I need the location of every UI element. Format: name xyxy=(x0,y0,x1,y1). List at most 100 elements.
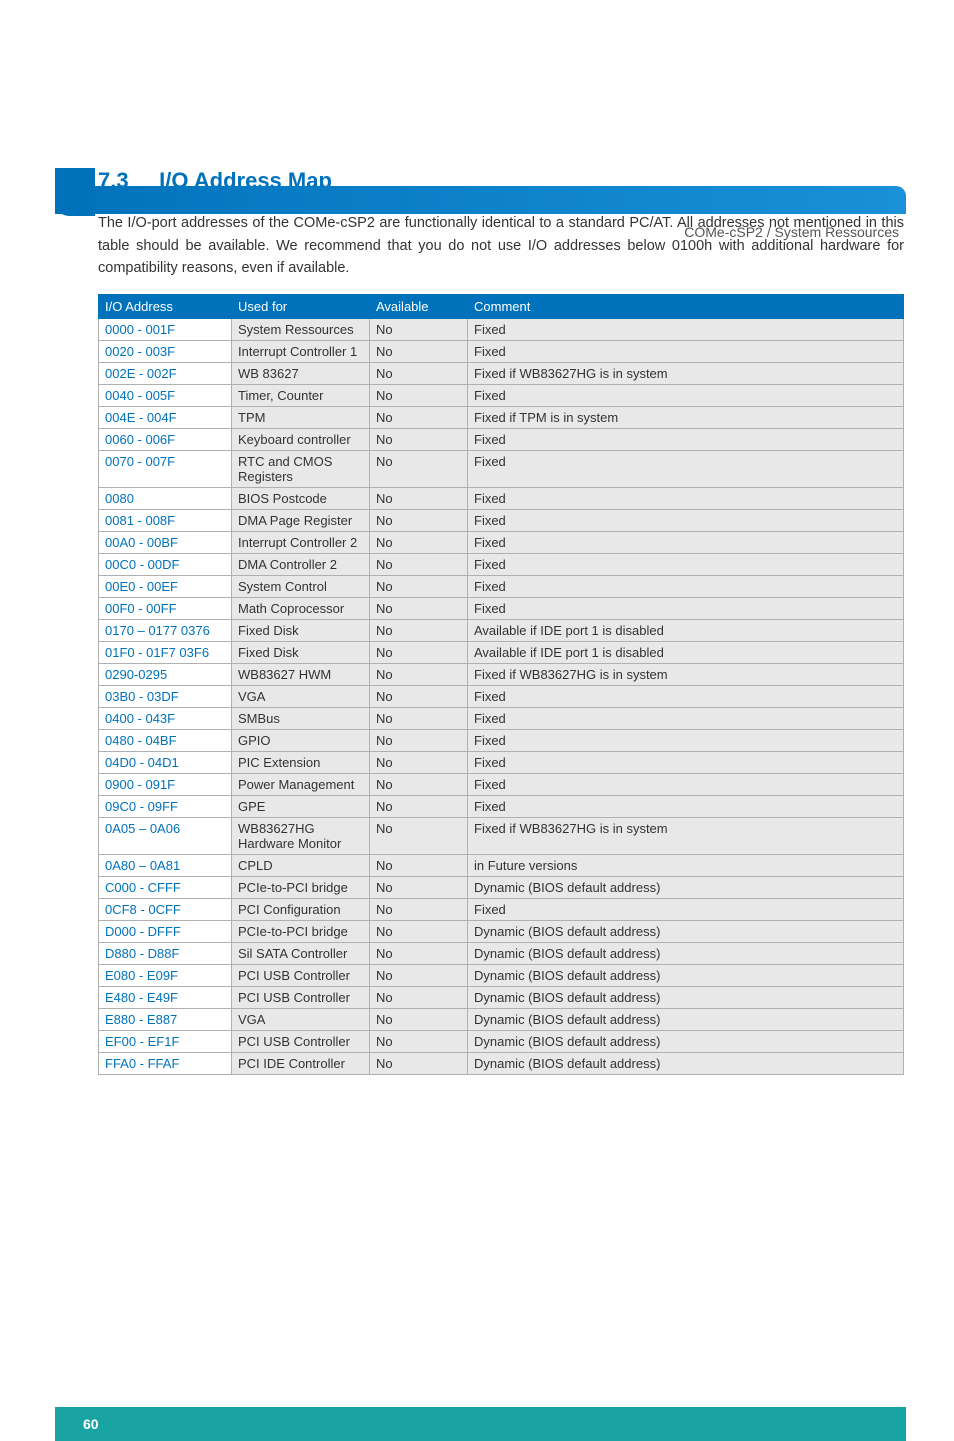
table-cell: 0400 - 043F xyxy=(99,708,232,730)
table-header-row: I/O Address Used for Available Comment xyxy=(99,295,904,319)
table-row: 0070 - 007FRTC and CMOS RegistersNoFixed xyxy=(99,451,904,488)
header-bar-decoration xyxy=(55,186,906,214)
table-cell: 0900 - 091F xyxy=(99,774,232,796)
table-cell: Fixed xyxy=(468,730,904,752)
table-cell: 0040 - 005F xyxy=(99,385,232,407)
table-cell: E480 - E49F xyxy=(99,987,232,1009)
table-cell: 00C0 - 00DF xyxy=(99,554,232,576)
table-cell: VGA xyxy=(232,1009,370,1031)
table-row: 0A05 – 0A06WB83627HG Hardware MonitorNoF… xyxy=(99,818,904,855)
table-cell: No xyxy=(370,429,468,451)
table-cell: 0A80 – 0A81 xyxy=(99,855,232,877)
table-cell: 00F0 - 00FF xyxy=(99,598,232,620)
table-cell: Fixed xyxy=(468,319,904,341)
table-cell: No xyxy=(370,319,468,341)
table-cell: D000 - DFFF xyxy=(99,921,232,943)
table-cell: RTC and CMOS Registers xyxy=(232,451,370,488)
table-cell: No xyxy=(370,576,468,598)
table-cell: Timer, Counter xyxy=(232,385,370,407)
table-cell: No xyxy=(370,554,468,576)
table-row: 0480 - 04BFGPIONoFixed xyxy=(99,730,904,752)
section-intro-paragraph: The I/O-port addresses of the COMe-cSP2 … xyxy=(98,212,904,279)
table-row: D000 - DFFFPCIe-to-PCI bridgeNoDynamic (… xyxy=(99,921,904,943)
table-cell: No xyxy=(370,664,468,686)
table-cell: Fixed xyxy=(468,708,904,730)
table-cell: 00E0 - 00EF xyxy=(99,576,232,598)
table-cell: No xyxy=(370,1053,468,1075)
table-cell: Fixed xyxy=(468,488,904,510)
table-cell: Fixed xyxy=(468,451,904,488)
table-cell: 0060 - 006F xyxy=(99,429,232,451)
table-row: 004E - 004FTPMNoFixed if TPM is in syste… xyxy=(99,407,904,429)
table-cell: No xyxy=(370,730,468,752)
table-cell: No xyxy=(370,708,468,730)
table-cell: Dynamic (BIOS default address) xyxy=(468,1009,904,1031)
table-cell: 00A0 - 00BF xyxy=(99,532,232,554)
table-cell: System Control xyxy=(232,576,370,598)
table-cell: PCI Configuration xyxy=(232,899,370,921)
table-cell: 002E - 002F xyxy=(99,363,232,385)
table-cell: No xyxy=(370,488,468,510)
table-cell: WB 83627 xyxy=(232,363,370,385)
table-cell: 0480 - 04BF xyxy=(99,730,232,752)
table-row: 09C0 - 09FFGPENoFixed xyxy=(99,796,904,818)
table-header-cell: Available xyxy=(370,295,468,319)
table-cell: PCIe-to-PCI bridge xyxy=(232,921,370,943)
table-row: 0A80 – 0A81CPLDNoin Future versions xyxy=(99,855,904,877)
table-cell: Available if IDE port 1 is disabled xyxy=(468,620,904,642)
table-cell: Interrupt Controller 1 xyxy=(232,341,370,363)
table-cell: No xyxy=(370,855,468,877)
table-cell: Fixed xyxy=(468,341,904,363)
table-cell: 0CF8 - 0CFF xyxy=(99,899,232,921)
table-row: D880 - D88FSil SATA ControllerNoDynamic … xyxy=(99,943,904,965)
table-cell: 0000 - 001F xyxy=(99,319,232,341)
table-cell: No xyxy=(370,774,468,796)
table-cell: Fixed xyxy=(468,429,904,451)
table-cell: Fixed Disk xyxy=(232,620,370,642)
table-cell: Fixed xyxy=(468,554,904,576)
table-cell: Fixed xyxy=(468,899,904,921)
table-cell: Dynamic (BIOS default address) xyxy=(468,921,904,943)
table-cell: VGA xyxy=(232,686,370,708)
table-row: 0040 - 005FTimer, CounterNoFixed xyxy=(99,385,904,407)
table-cell: FFA0 - FFAF xyxy=(99,1053,232,1075)
table-cell: PCI IDE Controller xyxy=(232,1053,370,1075)
table-row: 04D0 - 04D1PIC ExtensionNoFixed xyxy=(99,752,904,774)
page-number: 60 xyxy=(83,1416,99,1432)
table-row: 00F0 - 00FFMath CoprocessorNoFixed xyxy=(99,598,904,620)
table-cell: 04D0 - 04D1 xyxy=(99,752,232,774)
table-cell: No xyxy=(370,752,468,774)
table-row: 0900 - 091FPower ManagementNoFixed xyxy=(99,774,904,796)
table-row: 01F0 - 01F7 03F6Fixed DiskNoAvailable if… xyxy=(99,642,904,664)
table-row: 0020 - 003FInterrupt Controller 1NoFixed xyxy=(99,341,904,363)
table-cell: Dynamic (BIOS default address) xyxy=(468,877,904,899)
breadcrumb: COMe-cSP2 / System Ressources xyxy=(684,224,899,240)
table-cell: DMA Controller 2 xyxy=(232,554,370,576)
table-row: 00C0 - 00DFDMA Controller 2NoFixed xyxy=(99,554,904,576)
table-cell: No xyxy=(370,341,468,363)
table-row: 00E0 - 00EFSystem ControlNoFixed xyxy=(99,576,904,598)
table-cell: No xyxy=(370,385,468,407)
table-header-cell: Used for xyxy=(232,295,370,319)
table-cell: Fixed if WB83627HG is in system xyxy=(468,818,904,855)
table-row: E080 - E09FPCI USB ControllerNoDynamic (… xyxy=(99,965,904,987)
table-cell: 0080 xyxy=(99,488,232,510)
table-row: 002E - 002FWB 83627NoFixed if WB83627HG … xyxy=(99,363,904,385)
table-cell: No xyxy=(370,899,468,921)
table-cell: 03B0 - 03DF xyxy=(99,686,232,708)
table-cell: Fixed xyxy=(468,532,904,554)
table-cell: GPIO xyxy=(232,730,370,752)
table-cell: Fixed if WB83627HG is in system xyxy=(468,664,904,686)
table-cell: Fixed if WB83627HG is in system xyxy=(468,363,904,385)
table-row: E480 - E49FPCI USB ControllerNoDynamic (… xyxy=(99,987,904,1009)
table-cell: Fixed xyxy=(468,385,904,407)
table-cell: Fixed xyxy=(468,796,904,818)
table-body: 0000 - 001FSystem RessourcesNoFixed0020 … xyxy=(99,319,904,1075)
table-cell: PCI USB Controller xyxy=(232,965,370,987)
table-cell: No xyxy=(370,451,468,488)
table-cell: Math Coprocessor xyxy=(232,598,370,620)
table-cell: Fixed xyxy=(468,774,904,796)
table-cell: No xyxy=(370,686,468,708)
table-cell: No xyxy=(370,598,468,620)
table-row: 0080BIOS PostcodeNoFixed xyxy=(99,488,904,510)
